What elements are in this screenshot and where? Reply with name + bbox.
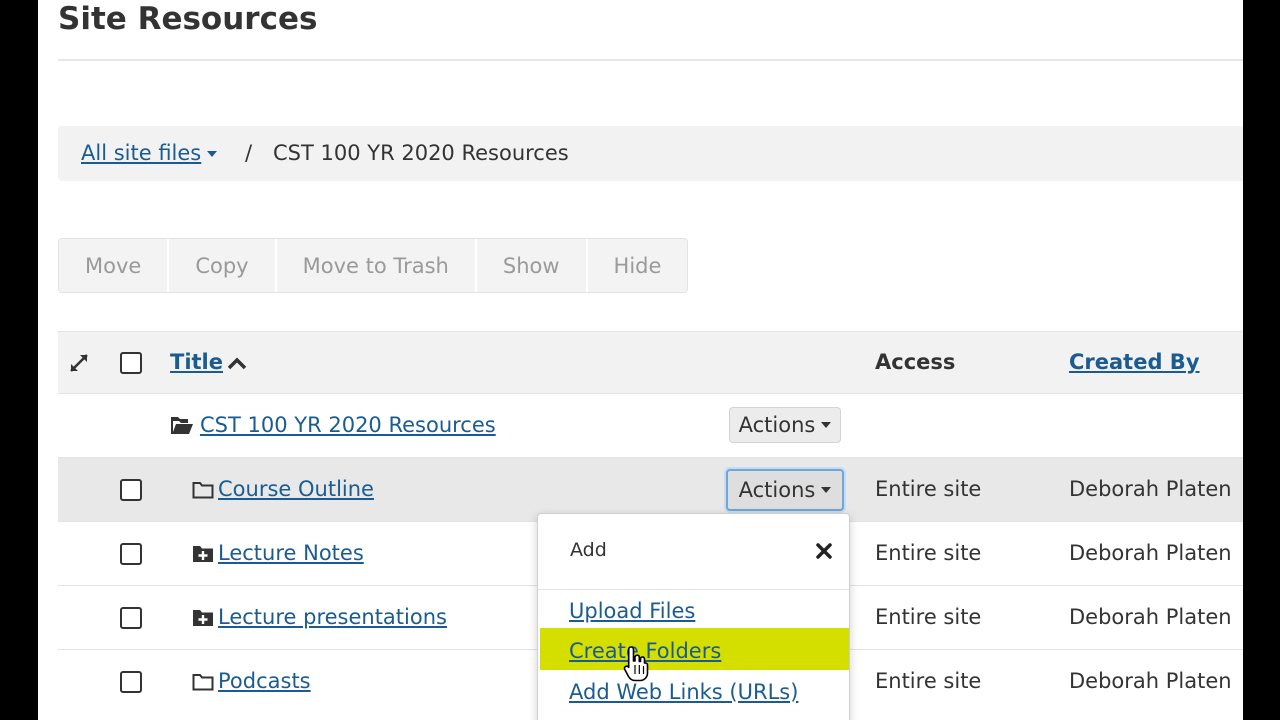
select-all-checkbox[interactable] [120, 352, 142, 374]
access-cell: Entire site [875, 669, 982, 693]
created-by-cell: Deborah Platen [1069, 477, 1232, 501]
caret-down-icon [207, 151, 218, 157]
folder-open-icon [171, 417, 193, 434]
folder-plus-icon[interactable] [192, 544, 214, 563]
actions-label: Actions [738, 478, 816, 502]
parent-folder-link[interactable]: CST 100 YR 2020 Resources [200, 413, 496, 437]
folder-link[interactable]: Lecture Notes [218, 541, 364, 565]
breadcrumb: All site files / CST 100 YR 2020 Resourc… [58, 126, 1243, 181]
title-header-label: Title [170, 350, 224, 374]
actions-dropdown-menu: Add Upload Files Create Folders Add Web … [537, 513, 850, 720]
row-checkbox[interactable] [120, 671, 142, 693]
created-by-sort-link[interactable]: Created By [1069, 350, 1200, 374]
caret-down-icon [821, 487, 832, 493]
hand-cursor-icon [623, 646, 649, 682]
folder-icon [192, 674, 214, 691]
title-sort-link[interactable]: Title [170, 350, 247, 374]
actions-label: Actions [738, 413, 816, 437]
show-button[interactable]: Show [476, 239, 588, 292]
created-by-cell: Deborah Platen [1069, 541, 1232, 565]
hide-button[interactable]: Hide [587, 239, 688, 292]
access-cell: Entire site [875, 541, 982, 565]
row-checkbox[interactable] [120, 543, 142, 565]
breadcrumb-separator: / [245, 141, 253, 165]
all-site-files-link[interactable]: All site files [81, 141, 218, 165]
move-button[interactable]: Move [59, 239, 170, 292]
close-icon[interactable] [815, 542, 833, 560]
bulk-action-toolbar: Move Copy Move to Trash Show Hide [58, 238, 689, 293]
page-title: Site Resources [58, 1, 318, 37]
add-web-links-item[interactable]: Add Web Links (URLs) [569, 680, 798, 704]
dropdown-header: Add [570, 539, 607, 561]
caret-down-icon [821, 422, 832, 428]
resources-page: Site Resources All site files / CST 100 … [38, 0, 1243, 720]
folder-icon [192, 482, 214, 499]
sort-up-icon [227, 357, 247, 370]
folder-link[interactable]: Podcasts [218, 669, 311, 693]
row-actions-button[interactable]: Actions [726, 469, 844, 511]
access-header: Access [875, 350, 956, 374]
folder-link[interactable]: Course Outline [218, 477, 374, 501]
folder-plus-icon[interactable] [192, 608, 214, 627]
title-divider [58, 59, 1243, 61]
dropdown-divider [538, 589, 849, 590]
move-to-trash-button[interactable]: Move to Trash [276, 239, 477, 292]
breadcrumb-current: CST 100 YR 2020 Resources [273, 141, 569, 165]
parent-actions-button[interactable]: Actions [729, 407, 841, 443]
all-site-files-label: All site files [81, 141, 202, 165]
access-cell: Entire site [875, 605, 982, 629]
created-by-cell: Deborah Platen [1069, 669, 1232, 693]
folder-link[interactable]: Lecture presentations [218, 605, 447, 629]
parent-folder-row: CST 100 YR 2020 Resources Actions [58, 393, 1243, 458]
table-header: Title Access Created By [58, 331, 1243, 394]
expand-icon[interactable] [68, 352, 90, 374]
row-checkbox[interactable] [120, 607, 142, 629]
upload-files-item[interactable]: Upload Files [569, 599, 695, 623]
access-cell: Entire site [875, 477, 982, 501]
row-checkbox[interactable] [120, 479, 142, 501]
created-by-cell: Deborah Platen [1069, 605, 1232, 629]
copy-button[interactable]: Copy [169, 239, 277, 292]
